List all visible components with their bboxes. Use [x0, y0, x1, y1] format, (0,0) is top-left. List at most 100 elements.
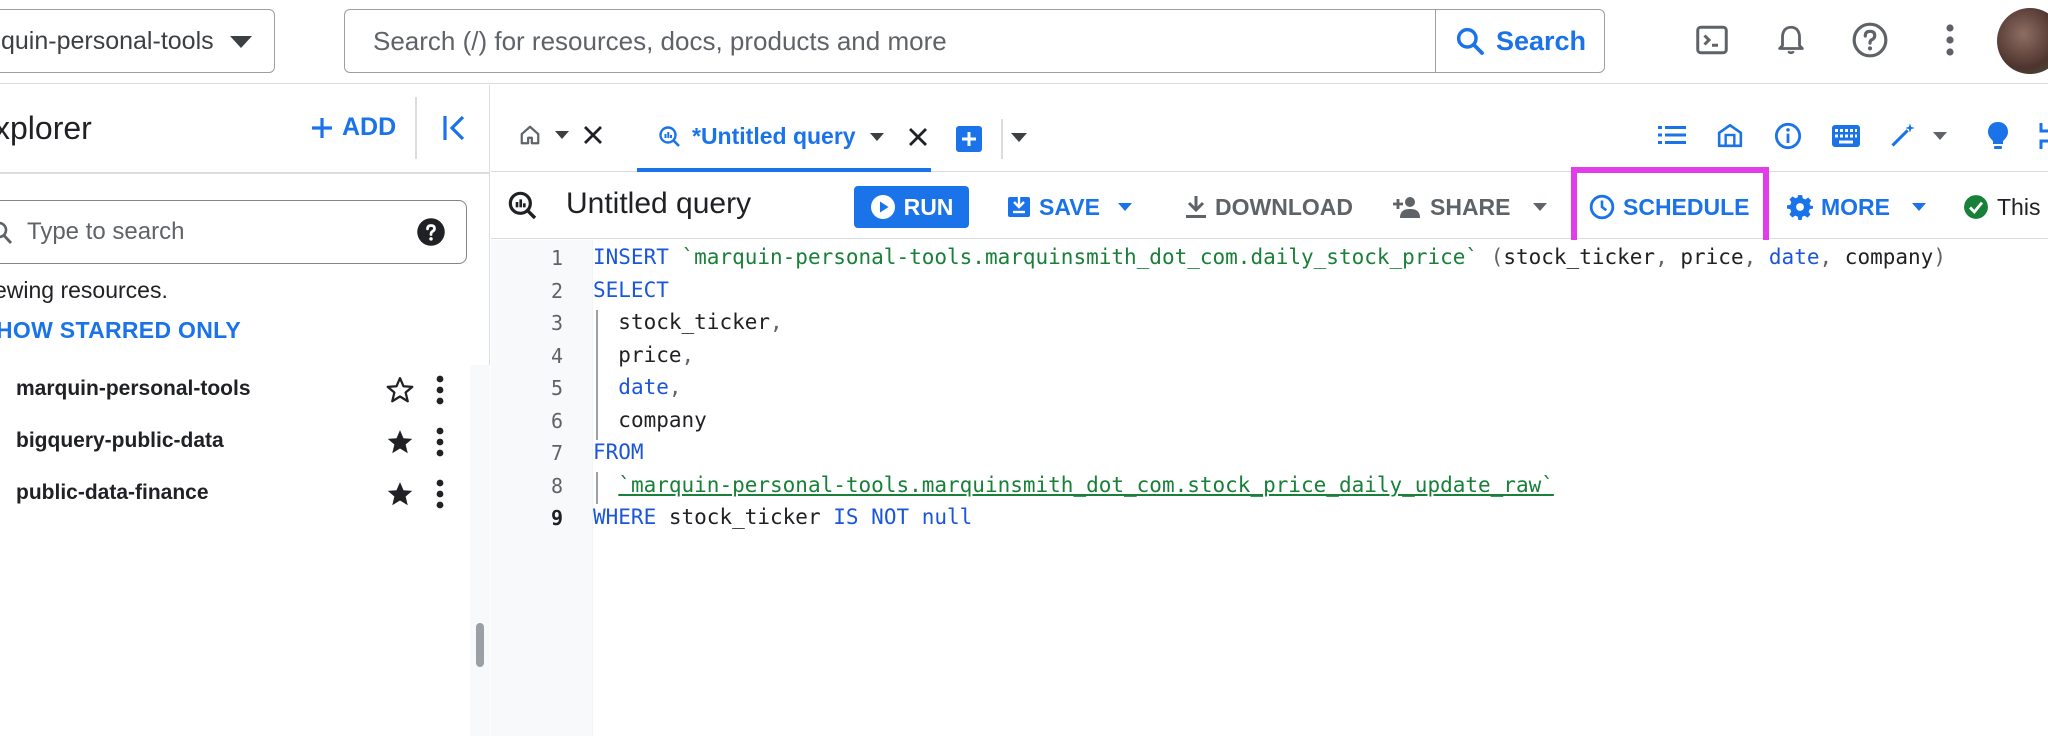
validation-status[interactable]: This — [1963, 186, 2040, 228]
list-icon[interactable] — [1658, 124, 1686, 146]
line-number: 1 — [550, 246, 563, 270]
column-identifier: company — [1844, 245, 1934, 269]
tree-item-bigquery-public-data[interactable]: bigquery-public-data — [0, 417, 470, 465]
star-filled-icon[interactable] — [385, 427, 415, 457]
run-button-label: RUN — [903, 193, 954, 220]
tab-label: *Untitled query — [692, 123, 856, 149]
save-button-label: SAVE — [1039, 193, 1100, 220]
chevron-down-icon — [230, 36, 252, 48]
tree-item-public-data-finance[interactable]: public-data-finance — [0, 469, 470, 517]
project-picker[interactable]: quin-personal-tools — [0, 9, 275, 73]
save-icon — [1007, 195, 1031, 219]
sql-keyword: SELECT — [593, 277, 669, 302]
sql-editor[interactable]: 1 2 3 4 5 6 7 8 9 INSERT `marquin-person… — [491, 240, 2048, 736]
lightbulb-icon[interactable] — [1987, 121, 2009, 151]
query-title[interactable]: Untitled query — [566, 187, 751, 221]
search-button-label: Search — [1495, 25, 1587, 56]
star-outline-icon[interactable] — [385, 375, 415, 405]
punctuation: , — [1743, 245, 1757, 269]
building-icon[interactable] — [1717, 122, 1743, 148]
more-button[interactable]: MORE — [1787, 186, 1926, 228]
more-vert-icon[interactable] — [1930, 20, 1970, 60]
run-button[interactable]: RUN — [854, 186, 969, 228]
add-button[interactable]: ADD — [310, 113, 396, 142]
search-button[interactable]: Search — [1435, 10, 1604, 72]
terminal-icon[interactable] — [1692, 20, 1732, 60]
column-identifier: price — [618, 342, 682, 367]
code-line: `marquin-personal-tools.marquinsmith_dot… — [593, 473, 1554, 497]
collapse-panel-icon[interactable] — [441, 113, 469, 143]
more-vert-icon[interactable] — [436, 427, 444, 457]
search-input[interactable]: Search (/) for resources, docs, products… — [345, 26, 1435, 57]
punctuation: ) — [1933, 245, 1946, 269]
tree-item-label: marquin-personal-tools — [16, 377, 251, 400]
help-icon[interactable] — [1850, 20, 1890, 60]
show-starred-only-link[interactable]: HOW STARRED ONLY — [0, 317, 241, 344]
scrollbar-track[interactable] — [470, 365, 490, 736]
sql-keyword: IS NOT null — [833, 505, 973, 529]
query-toolbar: Untitled query RUN SAVE DOWNLOAD SHARE S… — [491, 173, 2048, 239]
more-vert-icon[interactable] — [436, 479, 444, 509]
star-filled-icon[interactable] — [385, 479, 415, 509]
person-add-icon — [1392, 195, 1422, 219]
explorer-search-input[interactable]: Type to search — [0, 218, 416, 246]
code-area[interactable]: INSERT `marquin-personal-tools.marquinsm… — [593, 240, 2048, 736]
scrollbar-thumb[interactable] — [476, 623, 484, 667]
more-vert-icon[interactable] — [436, 375, 444, 405]
punctuation: , — [681, 342, 695, 367]
tree-item-marquin-personal-tools[interactable]: marquin-personal-tools — [0, 365, 470, 413]
fullscreen-icon[interactable] — [2039, 123, 2048, 149]
search-icon — [0, 219, 15, 247]
close-icon[interactable] — [908, 127, 928, 147]
column-identifier: stock_ticker — [618, 310, 771, 334]
line-number-gutter: 1 2 3 4 5 6 7 8 9 — [491, 240, 593, 736]
query-icon — [658, 125, 682, 149]
line-number: 2 — [550, 278, 563, 303]
more-button-label: MORE — [1821, 193, 1890, 220]
validation-status-text: This — [1997, 193, 2041, 220]
sql-keyword: date — [1768, 245, 1820, 269]
line-number: 9 — [550, 506, 563, 530]
save-button[interactable]: SAVE — [1007, 186, 1132, 228]
plus-icon — [310, 116, 334, 140]
new-query-icon[interactable] — [956, 126, 982, 152]
divider — [415, 97, 417, 159]
code-line: WHERE stock_ticker IS NOT null — [593, 505, 972, 529]
column-identifier: stock_ticker — [1503, 245, 1656, 269]
keyboard-icon[interactable] — [1832, 125, 1860, 147]
play-icon — [870, 194, 896, 220]
add-button-label: ADD — [342, 113, 397, 141]
download-button[interactable]: DOWNLOAD — [1185, 186, 1353, 228]
download-icon — [1185, 195, 1207, 219]
tab-strip: *Untitled query — [491, 85, 2048, 172]
schedule-highlight-box — [1571, 167, 1769, 247]
caret-down-icon[interactable] — [555, 131, 569, 139]
divider — [0, 172, 490, 174]
caret-down-icon — [1117, 203, 1132, 211]
explorer-panel: xplorer ADD Type to search ewing resourc… — [0, 85, 490, 736]
magic-wand-icon[interactable] — [1889, 121, 1917, 149]
help-icon[interactable] — [416, 217, 446, 247]
gear-icon — [1787, 194, 1813, 220]
explorer-search-field[interactable]: Type to search — [0, 200, 467, 264]
code-line: stock_ticker, — [593, 310, 782, 334]
home-icon — [519, 124, 541, 146]
tab-untitled-query[interactable]: *Untitled query — [637, 105, 931, 172]
query-icon — [507, 190, 539, 222]
info-icon[interactable] — [1774, 122, 1802, 150]
caret-down-icon[interactable] — [1933, 132, 1947, 140]
code-line: INSERT `marquin-personal-tools.marquinsm… — [593, 245, 1946, 269]
project-name: quin-personal-tools — [1, 26, 214, 55]
line-number: 7 — [550, 441, 563, 465]
code-line: SELECT — [593, 278, 669, 302]
caret-down-icon[interactable] — [1011, 133, 1027, 142]
avatar[interactable] — [1997, 8, 2048, 74]
share-button[interactable]: SHARE — [1392, 186, 1547, 228]
table-reference[interactable]: `marquin-personal-tools.marquinsmith_dot… — [618, 473, 1554, 497]
download-button-label: DOWNLOAD — [1215, 193, 1353, 220]
tree-item-label: bigquery-public-data — [16, 429, 224, 452]
tab-home[interactable] — [519, 124, 603, 146]
bell-icon[interactable] — [1771, 20, 1811, 60]
caret-down-icon[interactable] — [869, 132, 884, 141]
close-icon[interactable] — [583, 125, 603, 145]
